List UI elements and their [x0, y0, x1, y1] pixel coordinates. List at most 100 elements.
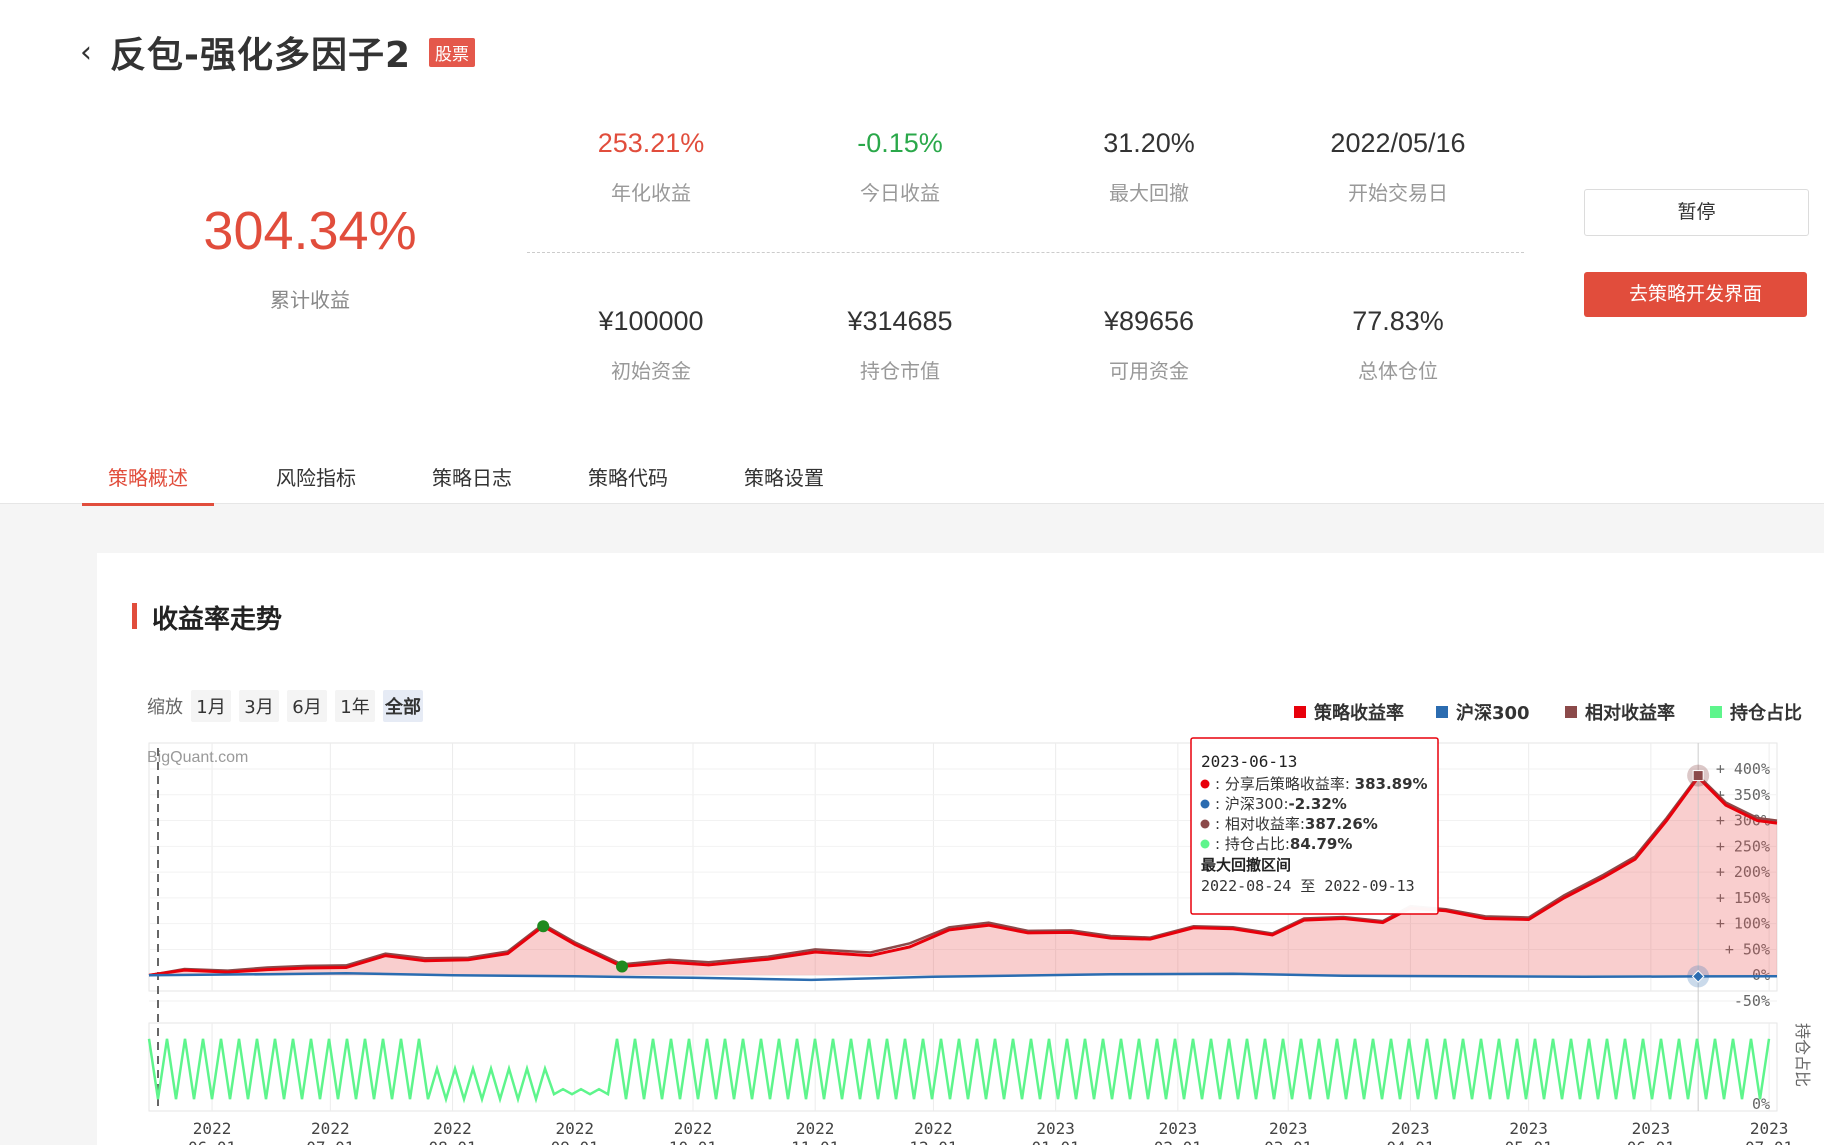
x-tick-year-8: 2023: [1159, 1119, 1198, 1138]
y-tick-9: -50%: [1734, 992, 1770, 1010]
legend-swatch[interactable]: [1436, 706, 1448, 718]
stat-label: 可用资金: [1109, 359, 1189, 383]
x-tick-year-3: 2022: [555, 1119, 594, 1138]
x-tick-date-8: 02-01: [1154, 1138, 1202, 1145]
strategy-dev-button[interactable]: 去策略开发界面: [1584, 272, 1807, 317]
x-tick-date-2: 08-01: [428, 1138, 476, 1145]
x-tick-date-12: 06-01: [1627, 1138, 1675, 1145]
zoom-label: 缩放: [147, 697, 183, 718]
stat-value: ¥314685: [847, 306, 953, 336]
x-tick-year-1: 2022: [311, 1119, 350, 1138]
stat-initial-capital: ¥100000 初始资金: [526, 306, 776, 384]
stat-annual: 253.21% 年化收益: [526, 128, 776, 206]
x-tick-year-9: 2023: [1269, 1119, 1308, 1138]
x-tick-date-4: 10-01: [669, 1138, 717, 1145]
stat-value: 253.21%: [597, 128, 705, 158]
x-tick-date-11: 05-01: [1505, 1138, 1553, 1145]
tooltip-item-3: : 持仓占比:84.79%: [1215, 835, 1352, 853]
zoom-option-0[interactable]: 1月: [196, 697, 225, 718]
tooltip-drawdown-range: 2022-08-24 至 2022-09-13: [1201, 877, 1415, 895]
legend-swatch[interactable]: [1565, 706, 1577, 718]
stat-value: 2022/05/16: [1330, 128, 1466, 158]
x-tick-date-10: 04-01: [1386, 1138, 1434, 1145]
x-tick-year-4: 2022: [674, 1119, 713, 1138]
tab-overview[interactable]: 策略概述: [82, 456, 214, 506]
cumulative-label: 累计收益: [270, 288, 350, 312]
stat-value: -0.15%: [857, 128, 943, 158]
position-y-tick: 0%: [1752, 1095, 1770, 1113]
drawdown-marker-1[interactable]: [616, 960, 629, 973]
stat-total-position: 77.83% 总体仓位: [1273, 306, 1523, 384]
cumulative-value: 304.34%: [203, 201, 417, 261]
legend-swatch[interactable]: [1710, 706, 1722, 718]
returns-chart: 缩放1月3月6月1年全部策略收益率沪深300相对收益率持仓占比202206-01…: [147, 690, 1812, 1145]
x-tick-date-9: 03-01: [1264, 1138, 1312, 1145]
x-tick-year-13: 2023: [1750, 1119, 1789, 1138]
tab-code[interactable]: 策略代码: [550, 456, 706, 503]
x-tick-year-7: 2023: [1036, 1119, 1075, 1138]
drawdown-marker-0[interactable]: [537, 920, 550, 933]
stat-position-value: ¥314685 持仓市值: [775, 306, 1025, 384]
x-tick-date-0: 06-01: [188, 1138, 236, 1145]
x-tick-date-3: 09-01: [551, 1138, 599, 1145]
x-tick-year-12: 2023: [1632, 1119, 1671, 1138]
stat-max-drawdown: 31.20% 最大回撤: [1024, 128, 1274, 206]
tab-risk[interactable]: 风险指标: [238, 456, 394, 503]
stat-label: 总体仓位: [1358, 359, 1438, 383]
x-tick-date-6: 12-01: [909, 1138, 957, 1145]
tooltip-dot: [1200, 839, 1210, 849]
x-tick-year-11: 2023: [1509, 1119, 1548, 1138]
legend-item-3[interactable]: 持仓占比: [1730, 702, 1802, 724]
x-tick-date-13: 07-01: [1745, 1138, 1793, 1145]
stat-label: 初始资金: [611, 359, 691, 383]
x-tick-year-0: 2022: [193, 1119, 232, 1138]
stat-available-cash: ¥89656 可用资金: [1024, 306, 1274, 384]
stat-value: ¥89656: [1103, 306, 1195, 336]
x-tick-date-1: 07-01: [306, 1138, 354, 1145]
legend-item-2[interactable]: 相对收益率: [1585, 702, 1675, 724]
stat-label: 最大回撤: [1109, 181, 1189, 205]
position-axis-label: 持仓占比: [1793, 1023, 1812, 1087]
stat-label: 开始交易日: [1348, 181, 1448, 205]
type-badge: 股票: [429, 37, 475, 67]
stat-value: 31.20%: [1103, 128, 1195, 158]
legend-swatch[interactable]: [1294, 706, 1306, 718]
page-title: 反包-强化多因子2: [110, 35, 411, 76]
cumulative-return: 304.34% 累计收益: [120, 200, 500, 313]
tab-settings[interactable]: 策略设置: [706, 456, 862, 503]
zoom-option-4[interactable]: 全部: [384, 696, 421, 718]
x-tick-year-2: 2022: [433, 1119, 472, 1138]
tooltip-drawdown-title: 最大回撤区间: [1201, 856, 1291, 874]
x-tick-year-10: 2023: [1391, 1119, 1430, 1138]
chevron-left-icon[interactable]: ‹: [80, 35, 110, 70]
tooltip-dot: [1200, 799, 1210, 809]
stat-label: 今日收益: [860, 181, 940, 205]
tab-log[interactable]: 策略日志: [394, 456, 550, 503]
stat-label: 持仓市值: [860, 359, 940, 383]
y-tick-0: + 400%: [1716, 760, 1770, 778]
zoom-option-1[interactable]: 3月: [244, 697, 273, 718]
legend-item-0[interactable]: 策略收益率: [1314, 702, 1404, 724]
zoom-option-3[interactable]: 1年: [340, 697, 369, 718]
pause-button[interactable]: 暂停: [1584, 189, 1809, 236]
x-tick-year-5: 2022: [796, 1119, 835, 1138]
tooltip-item-1: : 沪深300:-2.32%: [1215, 795, 1347, 813]
watermark: BigQuant.com: [147, 749, 248, 766]
stat-start-date: 2022/05/16 开始交易日: [1273, 128, 1523, 206]
stat-today: -0.15% 今日收益: [775, 128, 1025, 206]
title-row: ‹ 反包-强化多因子2 股票: [80, 26, 475, 78]
tooltip-item-2: : 相对收益率:387.26%: [1215, 815, 1378, 833]
x-tick-date-5: 11-01: [791, 1138, 839, 1145]
chart-panel: 收益率走势 缩放 1月 3月 6月 1年 全部 策略收益率 沪深300 相对收益率 持仓占比 202…: [97, 553, 1824, 1145]
tooltip-dot: [1200, 779, 1210, 789]
tab-bar: 策略概述 风险指标 策略日志 策略代码 策略设置: [82, 456, 862, 506]
legend-item-1[interactable]: 沪深300: [1456, 702, 1530, 724]
tooltip-item-0: : 分享后策略收益率: 383.89%: [1215, 775, 1428, 793]
hover-marker-relative: [1692, 770, 1704, 782]
stats-divider: [527, 252, 1524, 253]
stat-value: ¥100000: [598, 306, 704, 336]
x-tick-year-6: 2022: [914, 1119, 953, 1138]
header-area: ‹ 反包-强化多因子2 股票 304.34% 累计收益 253.21% 年化收益…: [0, 0, 1824, 506]
stat-value: 77.83%: [1352, 306, 1444, 336]
zoom-option-2[interactable]: 6月: [292, 697, 321, 718]
